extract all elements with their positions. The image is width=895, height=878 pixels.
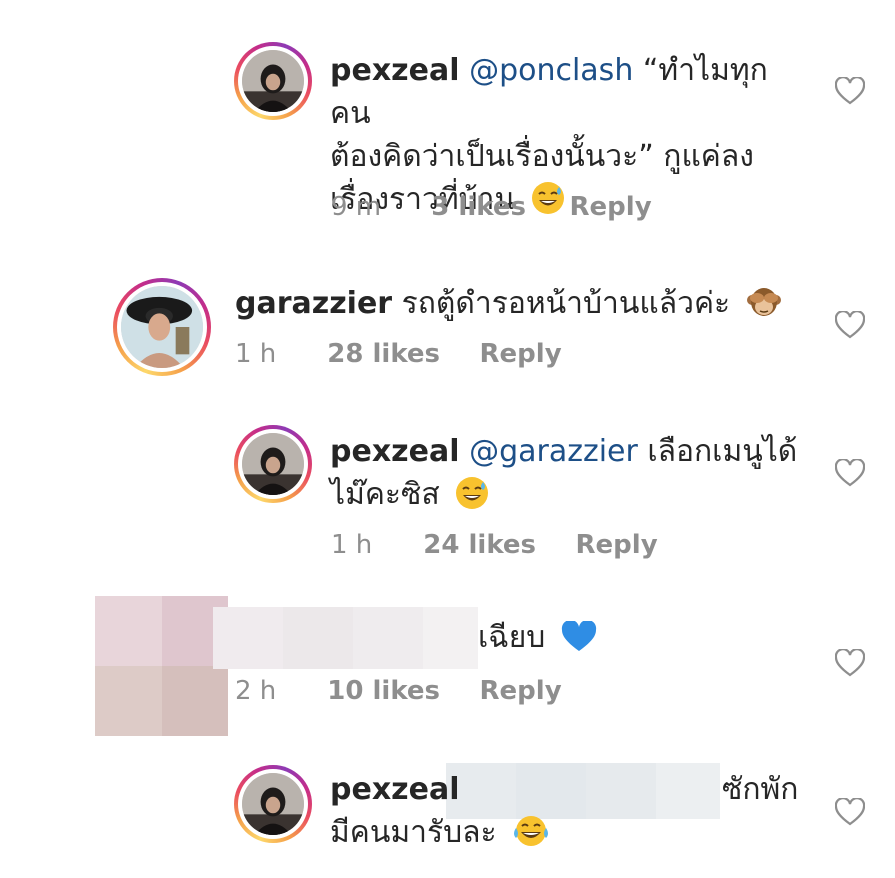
avatar[interactable] xyxy=(113,278,211,376)
see-no-evil-monkey-emoji xyxy=(746,285,782,331)
comment-item: garazzier รถตู้ดำรอหน้าบ้านแล้วค่ะ 1 h 2… xyxy=(0,250,895,400)
comment-text: ซักพัก xyxy=(722,768,822,811)
tears-of-joy-emoji xyxy=(512,814,550,860)
comment-meta: 1 h 28 likes Reply xyxy=(235,336,562,372)
timestamp: 1 h xyxy=(331,530,373,560)
likes-count[interactable]: 10 likes xyxy=(327,673,471,709)
reply-button[interactable]: Reply xyxy=(576,527,658,563)
comment-body: รถตู้ดำรอหน้าบ้านแล้วค่ะ xyxy=(392,286,731,321)
heart-outline-icon[interactable] xyxy=(834,648,866,677)
likes-count[interactable]: 3 likes xyxy=(431,189,561,225)
reply-button[interactable]: Reply xyxy=(480,673,562,709)
username[interactable]: pexzeal xyxy=(330,772,460,807)
comment-item: pexzeal @ponclash “ทำไมทุกคน ต้องคิดว่าเ… xyxy=(0,0,895,250)
comment-body: ซักพัก xyxy=(722,772,799,807)
timestamp: 1 h xyxy=(235,339,277,369)
comment-text: garazzier รถตู้ดำรอหน้าบ้านแล้วค่ะ xyxy=(235,282,795,331)
username[interactable]: garazzier xyxy=(235,286,392,321)
comment-text: มีคนมารับละ xyxy=(330,811,630,860)
blue-heart-emoji xyxy=(561,619,597,665)
username[interactable]: pexzeal xyxy=(330,434,460,469)
reply-button[interactable]: Reply xyxy=(480,336,562,372)
comment-text: pexzeal @garazzier เลือกเมนูได้ ไม๊คะซิส xyxy=(330,430,800,522)
mention-link[interactable]: @garazzier xyxy=(469,434,638,469)
comment-text: เฉียบ xyxy=(478,616,678,665)
avatar[interactable] xyxy=(234,425,312,503)
heart-outline-icon[interactable] xyxy=(834,458,866,487)
comment-item: pexzeal ซักพัก มีคนมารับละ xyxy=(0,750,895,878)
comment-body: เฉียบ xyxy=(478,620,546,655)
avatar[interactable] xyxy=(234,42,312,120)
comment-meta: 1 h 24 likes Reply xyxy=(331,527,658,563)
comment-item: pexzeal @garazzier เลือกเมนูได้ ไม๊คะซิส… xyxy=(0,400,895,590)
heart-outline-icon[interactable] xyxy=(834,310,866,339)
timestamp: 2 h xyxy=(235,676,277,706)
likes-count[interactable]: 28 likes xyxy=(327,336,471,372)
mention-link[interactable]: @ponclash xyxy=(469,53,633,88)
comment-body: เลือกเมนูได้ xyxy=(637,434,798,469)
heart-outline-icon[interactable] xyxy=(834,797,866,826)
comment-meta: 9 m 3 likes Reply xyxy=(331,189,652,225)
reply-button[interactable]: Reply xyxy=(570,189,652,225)
comment-body: ไม๊คะซิส xyxy=(330,477,440,512)
comment-body: ต้องคิดว่าเป็นเรื่องนั้นวะ” กูแค่ลง xyxy=(330,139,754,174)
comment-meta: 2 h 10 likes Reply xyxy=(235,673,562,709)
username[interactable]: pexzeal xyxy=(330,53,460,88)
heart-outline-icon[interactable] xyxy=(834,76,866,105)
blurred-avatar xyxy=(95,596,228,736)
comment-item: เฉียบ 2 h 10 likes Reply xyxy=(0,590,895,750)
avatar[interactable] xyxy=(234,765,312,843)
likes-count[interactable]: 24 likes xyxy=(423,527,567,563)
blurred-username xyxy=(213,607,478,669)
sweat-smile-emoji xyxy=(455,476,489,522)
timestamp: 9 m xyxy=(331,192,382,222)
comment-body: มีคนมารับละ xyxy=(330,815,497,850)
